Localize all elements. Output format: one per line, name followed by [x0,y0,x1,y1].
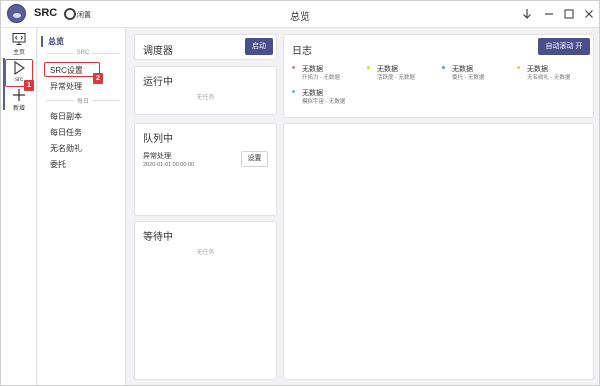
nav-title[interactable]: 总览 [41,36,64,47]
log-dot [292,90,295,93]
minimize-icon[interactable] [541,6,557,22]
nav-section-daily: 每日 [46,95,120,105]
nav-panel: 总览 SRC SRC设置 2 异常处理 每日 每日副本 每日任务 无名勋礼 委托 [38,28,126,385]
queue-task-name: 异常处理 [143,153,171,160]
highlight-box-nav [44,62,100,77]
auto-scroll-button[interactable]: 自动滚动 开 [538,38,590,55]
nav-item-daily-task[interactable]: 每日任务 [50,127,82,138]
rail-label-home: 主页 [12,50,25,56]
scheduler-card: 调度器 启动 [134,34,277,60]
rail-item-home[interactable]: 主页 [1,32,37,56]
queue-title: 队列中 [143,134,173,145]
log-entry-sub: 模拟宇宙 - 无数据 [302,99,346,105]
rail-item-add[interactable]: 新增 [1,88,37,112]
waiting-title: 等待中 [143,232,173,243]
running-empty-text: 无任务 [196,95,215,101]
log-dot [517,66,520,69]
start-button[interactable]: 启动 [245,38,273,55]
task-settings-button[interactable]: 设置 [241,151,268,167]
log-content-panel [283,123,594,380]
step-badge-2: 2 [93,73,103,84]
rail-label-add: 新增 [12,106,25,112]
close-icon[interactable] [581,6,597,22]
running-title: 运行中 [143,77,173,88]
download-icon[interactable] [519,6,535,22]
nav-section-src: SRC [46,48,120,58]
log-dot [292,66,295,69]
app-window: SRC 闲置 总览 主页 src 1 新增 总览 SRC SRC设置 2 异常处… [0,0,600,386]
queue-card: 队列中 异常处理 2020-01-01 00:00:00 设置 [134,123,277,216]
title-bar: SRC 闲置 总览 [1,1,599,28]
scheduler-title: 调度器 [143,46,173,57]
waiting-empty-text: 无任务 [196,250,215,256]
log-entry-sub: 委托 - 无数据 [452,75,485,81]
monitor-code-icon [12,33,26,45]
maximize-icon[interactable] [561,6,577,22]
log-card: 日志 自动滚动 开 无数据 开拓力 - 无数据 无数据 活跃度 - 无数据 无数… [283,34,594,118]
nav-item-nameless-honor[interactable]: 无名勋礼 [50,143,82,154]
running-card: 运行中 无任务 [134,66,277,115]
log-entry-sub: 活跃度 - 无数据 [377,75,415,81]
queue-task-time: 2020-01-01 00:00:00 [143,162,195,168]
log-title: 日志 [292,46,312,57]
nav-item-commission[interactable]: 委托 [50,159,66,170]
waiting-card: 等待中 无任务 [134,221,277,380]
log-entry-sub: 开拓力 - 无数据 [302,75,340,81]
nav-item-exception[interactable]: 异常处理 [50,81,82,92]
nav-item-daily-dungeon[interactable]: 每日副本 [50,111,82,122]
log-entry-sub: 无名勋礼 - 无数据 [527,75,571,81]
window-title: 总览 [290,12,310,23]
log-dot [367,66,370,69]
plus-icon [13,89,25,101]
icon-rail: 主页 src 1 新增 [1,28,37,385]
log-dot [442,66,445,69]
